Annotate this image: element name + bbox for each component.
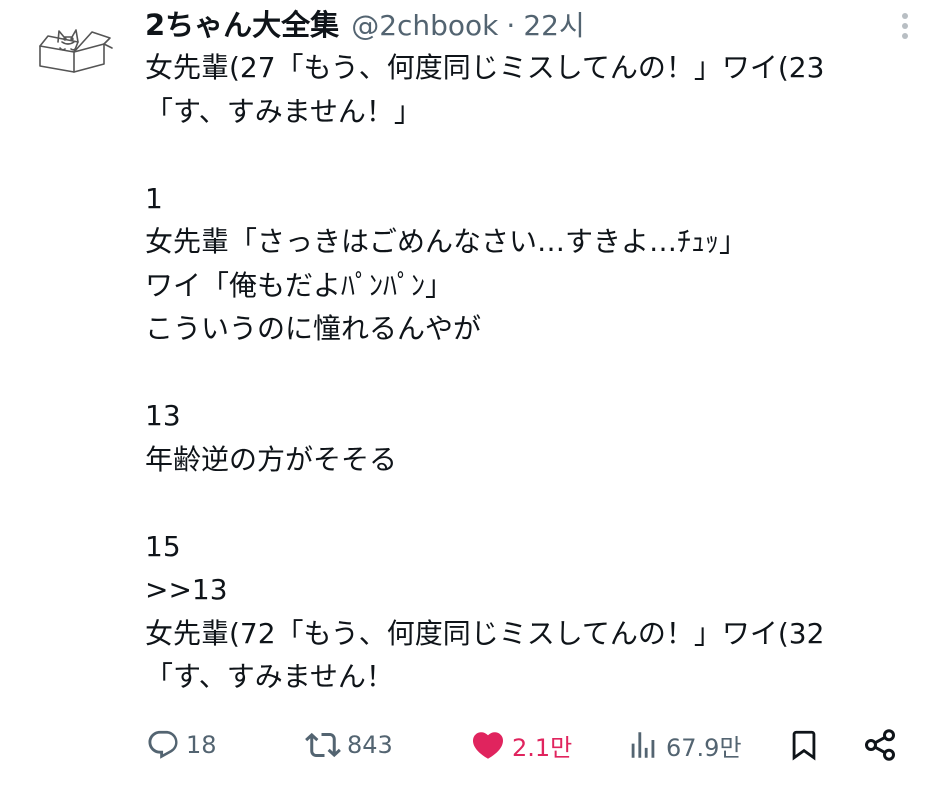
reply-count: 18: [186, 731, 217, 759]
tweet-body: 女先輩(27「もう、何度同じミスしてんの！」ワイ(23 「す、すみません！」 1…: [145, 46, 935, 699]
tweet-line: 15: [145, 529, 181, 563]
analytics-bars-icon: [631, 732, 655, 758]
bookmark-icon: [792, 730, 816, 761]
tweet-line: ワイ「俺もだよﾊﾟﾝﾊﾟﾝ」: [145, 268, 454, 302]
tweet-line: 1: [145, 181, 163, 215]
more-button[interactable]: [893, 8, 917, 44]
share-button[interactable]: [862, 720, 898, 770]
like-count: 2.1만: [512, 733, 573, 762]
tweet-line: 女先輩(27「もう、何度同じミスしてんの！」ワイ(23: [145, 51, 825, 84]
tweet-line: 年齢逆の方がそそる: [145, 442, 398, 476]
share-icon: [865, 729, 895, 761]
views-count: 67.9만: [666, 733, 742, 762]
like-button[interactable]: 2.1만: [470, 720, 572, 770]
tweet-line: [145, 351, 935, 395]
tweet-line: [145, 481, 935, 525]
retweet-icon: [305, 732, 341, 758]
tweet-line: [145, 133, 935, 177]
bookmark-button[interactable]: [787, 720, 821, 770]
retweet-count: 843: [347, 731, 393, 759]
tweet-line: 「す、すみません！」: [145, 94, 422, 128]
avatar[interactable]: [34, 22, 114, 78]
reply-bubble-icon: [148, 730, 178, 759]
tweet-line: 13: [145, 399, 181, 432]
separator-dot: ·: [506, 9, 516, 42]
tweet-line: 「す、すみません！: [145, 660, 394, 693]
cat-in-box-avatar-icon: [39, 29, 113, 73]
timestamp[interactable]: 22시: [523, 4, 584, 44]
more-vertical-icon: [902, 13, 908, 39]
tweet-header: 2ちゃん大全集 @2chbook · 22시: [145, 2, 585, 46]
user-handle[interactable]: @2chbook: [351, 9, 498, 42]
tweet-line: 女先輩(72「もう、何度同じミスしてんの！」ワイ(32: [145, 616, 825, 650]
tweet-line: >>13: [145, 573, 228, 606]
heart-icon: [472, 732, 504, 759]
tweet-line: 女先輩「さっきはごめんなさい…すきよ…ﾁｭｯ」: [145, 225, 748, 258]
action-bar: 18 843 2.1만 67.9만: [0, 720, 947, 770]
reply-button[interactable]: 18: [146, 720, 217, 770]
retweet-button[interactable]: 843: [305, 720, 393, 770]
views-button[interactable]: 67.9만: [626, 720, 742, 770]
display-name[interactable]: 2ちゃん大全集: [145, 2, 339, 44]
tweet-line: こういうのに憧れるんやが: [145, 312, 482, 345]
tweet: 2ちゃん大全集 @2chbook · 22시 女先輩(27「もう、何度同じミスし…: [0, 0, 947, 787]
